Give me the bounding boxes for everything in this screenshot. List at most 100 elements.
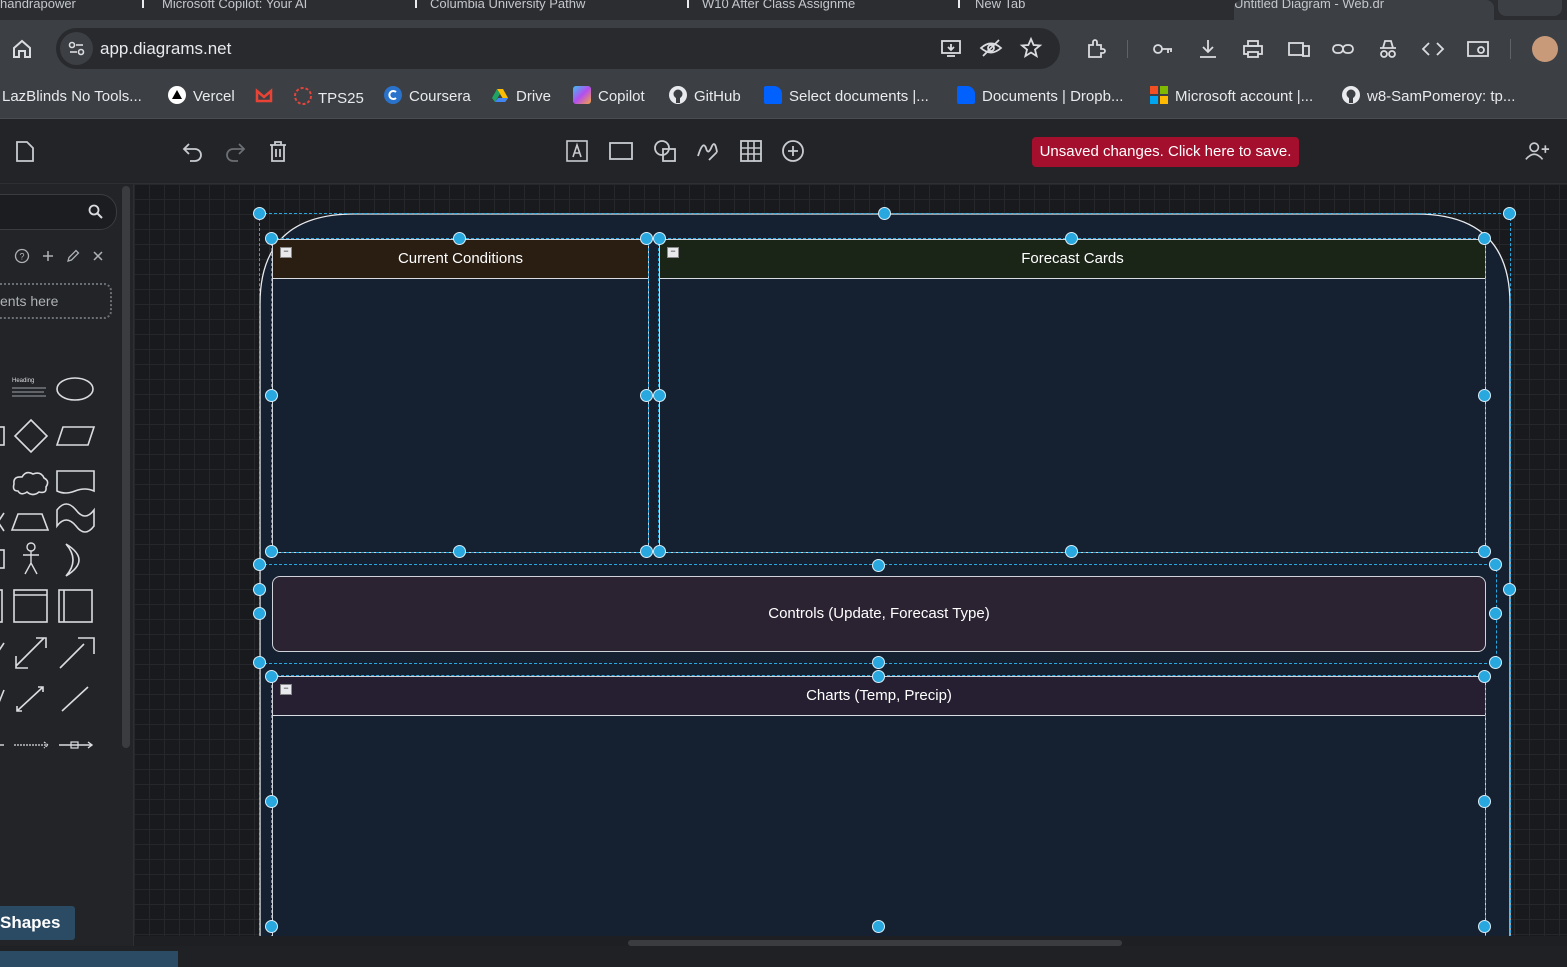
bookmark-w8-sampomeroy[interactable]: w8-SamPomeroy: tp...: [1342, 86, 1515, 108]
password-key-icon[interactable]: [1150, 36, 1176, 62]
unsaved-changes-button[interactable]: Unsaved changes. Click here to save.: [1032, 137, 1299, 167]
bookmark-coursera[interactable]: Coursera: [384, 86, 471, 108]
resize-handle[interactable]: [265, 795, 278, 808]
browser-tab[interactable]: Microsoft Copilot: Your AI: [162, 0, 372, 14]
bookmark-gmail[interactable]: [255, 86, 280, 108]
share-add-user-icon[interactable]: [1524, 138, 1550, 164]
resize-handle[interactable]: [1478, 389, 1491, 402]
resize-handle[interactable]: [640, 389, 653, 402]
table-tool-icon[interactable]: [738, 138, 764, 164]
resize-handle[interactable]: [1489, 607, 1502, 620]
code-icon[interactable]: [1420, 36, 1446, 62]
insert-plus-icon[interactable]: [780, 138, 806, 164]
resize-handle[interactable]: [253, 656, 266, 669]
print-icon[interactable]: [1240, 36, 1266, 62]
new-tab-button[interactable]: [1498, 0, 1562, 16]
edit-pencil-icon[interactable]: [65, 248, 81, 264]
resize-handle[interactable]: [653, 232, 666, 245]
charts-container[interactable]: Charts (Temp, Precip) −: [272, 676, 1486, 936]
download-item[interactable]: [0, 951, 178, 967]
forecast-cards-container[interactable]: Forecast Cards −: [659, 239, 1486, 553]
resize-handle[interactable]: [1489, 656, 1502, 669]
resize-handle[interactable]: [1478, 795, 1491, 808]
current-conditions-container[interactable]: Current Conditions −: [272, 239, 649, 553]
resize-handle[interactable]: [265, 670, 278, 683]
resize-handle[interactable]: [453, 545, 466, 558]
bookmark-vercel[interactable]: Vercel: [168, 86, 235, 108]
resize-handle[interactable]: [265, 920, 278, 933]
shape-search-input[interactable]: [0, 194, 117, 230]
shapes-tool-icon[interactable]: [652, 138, 678, 164]
cylinder-shape-icon[interactable]: [0, 549, 5, 569]
parallelogram-shape-icon[interactable]: [55, 426, 96, 446]
browser-tab[interactable]: W10 After Class Assignme: [702, 0, 912, 14]
heading-shape-icon[interactable]: Heading: [12, 378, 46, 397]
resize-handle[interactable]: [1503, 583, 1516, 596]
resize-handle[interactable]: [253, 583, 266, 596]
cloud-shape-icon[interactable]: [12, 471, 49, 496]
resize-handle[interactable]: [253, 207, 266, 220]
bookmark-select-documents[interactable]: Select documents |...: [764, 86, 929, 108]
ellipse-shape-icon[interactable]: [56, 377, 94, 401]
collapse-icon[interactable]: −: [280, 247, 292, 258]
resize-handle[interactable]: [653, 545, 666, 558]
swimlane-shape-icon[interactable]: [58, 589, 93, 623]
star-icon[interactable]: [1018, 35, 1044, 61]
list-shape-icon[interactable]: [13, 589, 48, 623]
current-conditions-header[interactable]: Current Conditions: [273, 240, 648, 279]
eye-off-icon[interactable]: [978, 35, 1004, 61]
freehand-tool-icon[interactable]: [695, 138, 721, 164]
collapse-icon[interactable]: −: [667, 247, 679, 258]
connector-shape-icon[interactable]: [0, 689, 5, 710]
search-icon[interactable]: [87, 203, 105, 221]
resize-handle[interactable]: [253, 607, 266, 620]
text-tool-icon[interactable]: [564, 138, 590, 164]
undo-icon[interactable]: [180, 138, 206, 164]
diamond-shape-icon[interactable]: [13, 418, 49, 454]
scratchpad-drop-area[interactable]: ents here: [0, 283, 112, 319]
bookmark-lazblinds[interactable]: LazBlinds No Tools...: [2, 86, 142, 108]
incognito-icon[interactable]: [1375, 36, 1401, 62]
resize-handle[interactable]: [265, 389, 278, 402]
arrow-connector-shape-icon[interactable]: [59, 741, 94, 749]
resize-handle[interactable]: [265, 232, 278, 245]
bookmark-copilot[interactable]: Copilot: [573, 86, 645, 108]
shapes-button[interactable]: Shapes: [0, 906, 75, 940]
resize-handle[interactable]: [878, 207, 891, 220]
hexagon-shape-icon[interactable]: [0, 512, 5, 532]
resize-handle[interactable]: [872, 559, 885, 572]
bookmark-drive[interactable]: Drive: [491, 86, 551, 108]
bidirectional-arrow-shape-icon[interactable]: [15, 637, 47, 669]
square-shape-icon[interactable]: [0, 426, 5, 446]
resize-handle[interactable]: [253, 558, 266, 571]
browser-tab-active[interactable]: Untitled Diagram - Web.dr: [1234, 0, 1494, 20]
resize-handle[interactable]: [872, 920, 885, 933]
bidirectional-connector-shape-icon[interactable]: [16, 686, 44, 712]
devices-icon[interactable]: [1286, 36, 1312, 62]
resize-handle[interactable]: [1065, 545, 1078, 558]
profile-avatar[interactable]: [1532, 36, 1558, 62]
tape-shape-icon[interactable]: [56, 503, 95, 533]
resize-handle[interactable]: [1503, 207, 1516, 220]
trash-icon[interactable]: [265, 138, 291, 164]
url-text[interactable]: app.diagrams.net: [100, 39, 231, 59]
rectangle-tool-icon[interactable]: [608, 138, 634, 164]
home-icon[interactable]: [9, 36, 35, 62]
resize-handle[interactable]: [1478, 670, 1491, 683]
resize-handle[interactable]: [640, 232, 653, 245]
container-shape-icon[interactable]: [0, 589, 3, 623]
reading-mode-icon[interactable]: [1465, 36, 1491, 62]
add-icon[interactable]: [40, 248, 56, 264]
line-shape-icon[interactable]: [0, 642, 5, 655]
resize-handle[interactable]: [1065, 232, 1078, 245]
bookmark-microsoft-account[interactable]: Microsoft account |...: [1150, 86, 1313, 108]
diagram-canvas[interactable]: Current Conditions − Forecast Cards − Co…: [134, 184, 1567, 936]
resize-handle[interactable]: [640, 545, 653, 558]
controls-box[interactable]: Controls (Update, Forecast Type): [272, 576, 1486, 652]
download-icon[interactable]: [1195, 36, 1221, 62]
arrow-shape-icon[interactable]: [59, 637, 95, 669]
close-icon[interactable]: [90, 248, 106, 264]
resize-handle[interactable]: [872, 656, 885, 669]
resize-handle[interactable]: [453, 232, 466, 245]
browser-tab[interactable]: Columbia University Pathw: [430, 0, 640, 14]
